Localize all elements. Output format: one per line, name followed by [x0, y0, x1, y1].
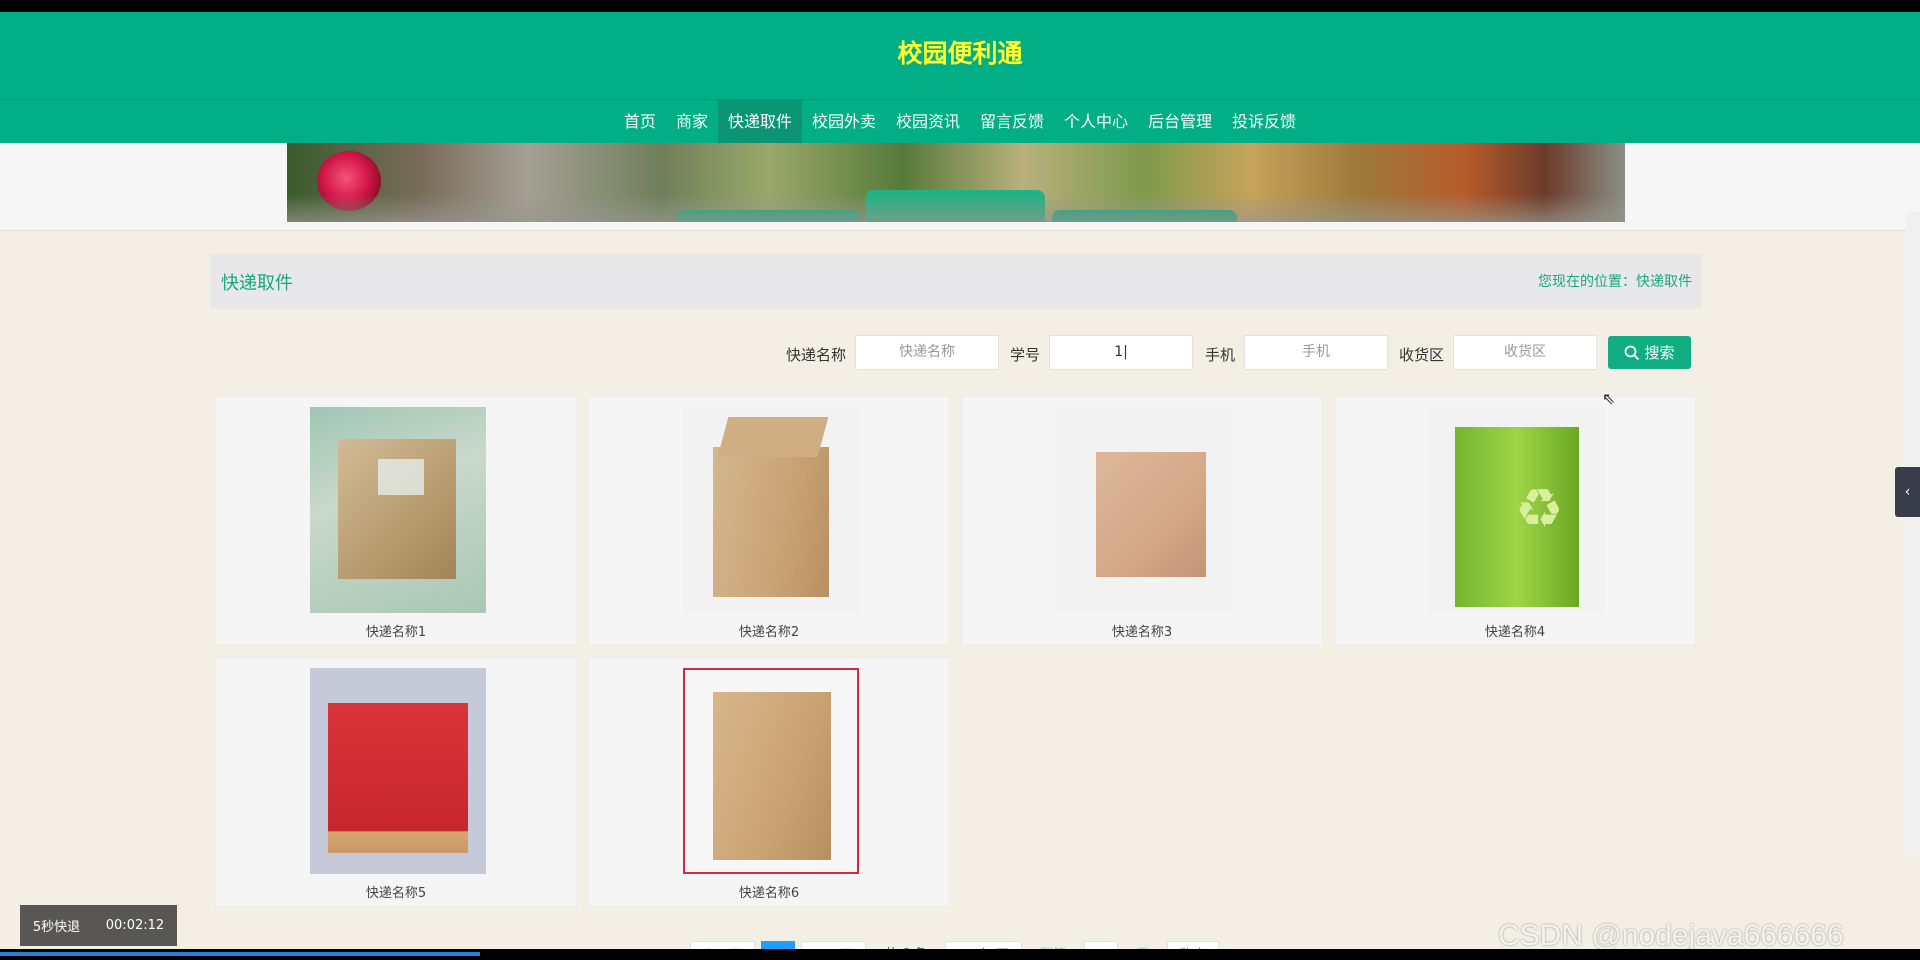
student-id-label: 学号 [1010, 346, 1041, 364]
page-title: 快递取件 [221, 273, 293, 294]
location-prefix: 您现在的位置： [1538, 274, 1636, 290]
nav-item-merchants[interactable]: 商家 [666, 100, 718, 143]
banner-tab[interactable] [1052, 210, 1237, 222]
csdn-watermark: CSDN @nodejava666666 [1498, 919, 1844, 949]
rewind-label[interactable]: 5秒快退 [33, 916, 80, 935]
nav-item-express-pickup[interactable]: 快递取件 [717, 100, 802, 143]
express-card[interactable]: 快递名称1 [215, 396, 577, 646]
search-icon [1625, 345, 1640, 360]
phone-label: 手机 [1205, 346, 1236, 364]
search-button-label: 搜索 [1644, 344, 1675, 362]
express-name[interactable]: 快递名称4 [1335, 621, 1695, 640]
total-count: 共 6 条 [872, 941, 939, 949]
express-card[interactable]: 快递名称3 [961, 396, 1323, 646]
search-form: 快递名称 快递名称 学号 1| 手机 手机 收货区 收货区 搜索 [0, 335, 1920, 371]
banner-tab[interactable] [865, 190, 1045, 222]
page-viewport: 校园便利通 首页 商家 快递取件 校园外卖 校园资讯 留言反馈 个人中心 后台管… [0, 12, 1920, 949]
area-label: 收货区 [1399, 346, 1445, 364]
package-image[interactable] [683, 407, 859, 613]
express-card[interactable]: 快递名称6 [588, 657, 950, 907]
receive-area-input[interactable]: 收货区 [1453, 335, 1597, 370]
phone-input[interactable]: 手机 [1244, 335, 1388, 370]
express-name[interactable]: 快递名称2 [589, 621, 949, 640]
page-unit: 页 [1124, 941, 1161, 949]
location-link[interactable]: 快递取件 [1636, 274, 1692, 290]
banner-area [0, 143, 1920, 231]
express-card[interactable]: 快递名称5 [215, 657, 577, 907]
student-id-input[interactable]: 1| [1049, 335, 1193, 370]
nav-item-home[interactable]: 首页 [614, 100, 666, 143]
search-button[interactable]: 搜索 [1608, 336, 1691, 369]
nav-item-admin[interactable]: 后台管理 [1138, 100, 1222, 143]
express-name-input[interactable]: 快递名称 [855, 335, 999, 370]
next-page-button[interactable]: 下一页 [801, 941, 867, 949]
page-size-select[interactable]: 10 条/页 [944, 941, 1022, 949]
package-image[interactable] [310, 407, 486, 613]
video-progress-bar[interactable] [0, 949, 1920, 960]
goto-page-input[interactable]: 1 [1083, 941, 1119, 949]
site-title: 校园便利通 [897, 39, 1023, 68]
main-nav: 首页 商家 快递取件 校园外卖 校园资讯 留言反馈 个人中心 后台管理 投诉反馈 [0, 100, 1920, 143]
mouse-cursor-icon: ⇖ [1602, 389, 1616, 408]
express-name[interactable]: 快递名称6 [589, 882, 949, 901]
page-number[interactable]: 1 [761, 941, 796, 949]
chevron-left-icon[interactable]: ‹ [1895, 467, 1920, 517]
nav-item-complaints[interactable]: 投诉反馈 [1222, 100, 1306, 143]
nav-item-feedback[interactable]: 留言反馈 [970, 100, 1054, 143]
package-image[interactable] [1056, 407, 1232, 613]
pagination: 上一页 1 下一页 共 6 条 10 条/页 到第 1 页 确定 [690, 941, 1220, 949]
breadcrumb: 快递取件 您现在的位置：快递取件 [210, 254, 1702, 309]
package-image[interactable] [683, 668, 859, 874]
express-card[interactable]: ♻ 快递名称4 [1334, 396, 1696, 646]
express-name[interactable]: 快递名称3 [962, 621, 1322, 640]
video-overlay: 5秒快退 00:02:12 [20, 905, 177, 946]
nav-item-news[interactable]: 校园资讯 [886, 100, 970, 143]
location-path: 您现在的位置：快递取件 [1538, 271, 1692, 291]
goto-label: 到第 [1028, 941, 1078, 949]
express-card[interactable]: 快递名称2 [588, 396, 950, 646]
nav-item-profile[interactable]: 个人中心 [1054, 100, 1138, 143]
express-name[interactable]: 快递名称5 [216, 882, 576, 901]
express-name[interactable]: 快递名称1 [216, 621, 576, 640]
goto-confirm-button[interactable]: 确定 [1167, 941, 1220, 949]
page-scrollbar[interactable] [1906, 212, 1920, 852]
name-label: 快递名称 [786, 346, 847, 364]
banner-tab[interactable] [675, 210, 860, 222]
campus-banner-image [287, 143, 1625, 222]
prev-page-button[interactable]: 上一页 [690, 941, 756, 949]
site-header: 校园便利通 [0, 12, 1920, 100]
package-image[interactable] [310, 668, 486, 874]
package-image[interactable]: ♻ [1429, 407, 1605, 613]
video-timestamp: 00:02:12 [105, 918, 165, 933]
rose-decoration [317, 151, 381, 211]
nav-item-takeout[interactable]: 校园外卖 [802, 100, 886, 143]
recycle-icon: ♻ [1515, 477, 1564, 540]
